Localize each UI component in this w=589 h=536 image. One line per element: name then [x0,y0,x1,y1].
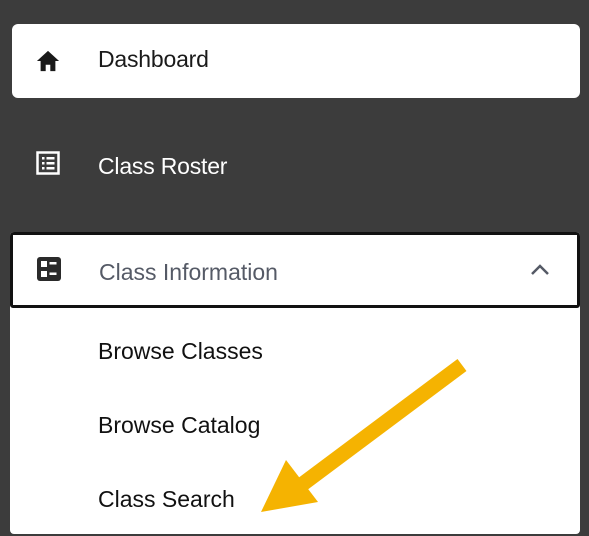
home-icon [36,49,60,73]
nav-item-class-roster[interactable]: Class Roster [12,118,580,208]
sub-item-class-search[interactable]: Class Search [98,486,235,513]
class-info-icon [37,257,61,286]
nav-item-dashboard[interactable]: Dashboard [12,24,580,98]
nav-group-class-information: Class Information Browse Classes Browse … [10,232,580,534]
sidebar-panel: Dashboard Class Roster Class Information… [0,0,589,536]
nav-item-label: Dashboard [98,46,209,72]
nav-group-label: Class Information [99,259,278,285]
sub-item-browse-catalog[interactable]: Browse Catalog [98,412,260,439]
sub-item-browse-classes[interactable]: Browse Classes [98,338,263,365]
roster-list-icon [36,151,60,175]
nav-item-label: Class Roster [98,153,228,179]
chevron-up-icon[interactable] [529,262,551,278]
nav-group-header-class-information[interactable]: Class Information [10,232,580,308]
